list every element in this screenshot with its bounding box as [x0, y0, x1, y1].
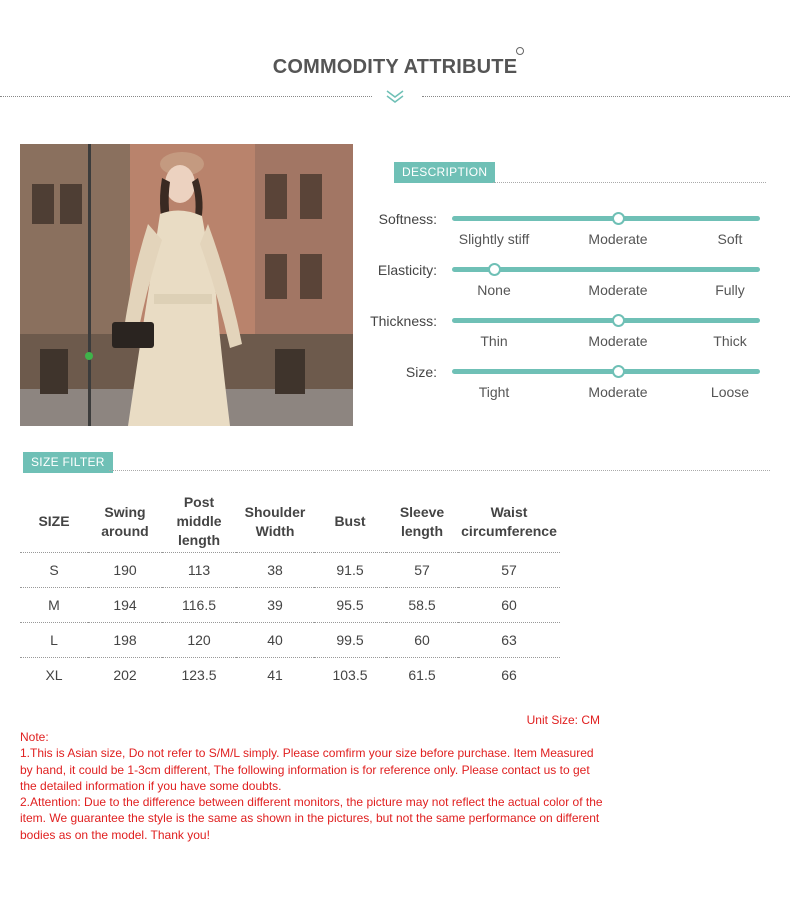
- attribute-label: Thickness:: [370, 313, 437, 329]
- attribute-slider-track: [452, 212, 760, 225]
- swing-around-cell: 202: [113, 666, 137, 683]
- swing-around-cell: 194: [88, 587, 162, 623]
- attribute-slider-track: [452, 263, 760, 276]
- size-filter-divider: [109, 470, 770, 471]
- header-sleeve-length: Sleeve length: [386, 492, 458, 553]
- attribute-option: Loose: [710, 384, 750, 400]
- attribute-label: Size:: [405, 364, 437, 380]
- attribute-option: Moderate: [588, 333, 648, 349]
- bust-cell: 95.5: [314, 587, 386, 623]
- size-table: SIZE Swing around Post middle length Should…: [20, 492, 560, 692]
- degree-ring-icon: [516, 47, 524, 55]
- swing-around-cell: 190: [88, 552, 162, 588]
- header-bust: Bust: [314, 492, 386, 553]
- header-size: SIZE: [20, 492, 88, 553]
- product-photo: [20, 144, 353, 426]
- attribute-label: Softness:: [378, 211, 437, 227]
- unit-size-note: Unit Size: CM: [526, 713, 600, 727]
- attribute-option: Fully: [715, 282, 745, 298]
- waist-cell: 57: [458, 552, 560, 588]
- post-middle-length-cell: 120: [162, 622, 236, 658]
- post-middle-length-cell: 123.5: [181, 666, 217, 683]
- sleeve-length-cell: 57: [386, 552, 458, 588]
- waist-cell: 60: [458, 587, 560, 623]
- header-waist-circumference: Waist circumference: [458, 492, 560, 553]
- attribute-slider-knob: [612, 314, 625, 327]
- shoulder-width-cell: 38: [236, 552, 314, 588]
- attribute-label: Elasticity:: [377, 262, 437, 278]
- sleeve-length-cell: 61.5: [408, 666, 436, 683]
- size-filter-tag: SIZE FILTER: [23, 452, 113, 473]
- description-divider: [493, 182, 766, 183]
- bust-cell: 91.5: [314, 552, 386, 588]
- attribute-option: Tight: [478, 384, 510, 400]
- header-post-middle-length: Post middle length: [162, 492, 236, 553]
- waist-cell: 63: [458, 622, 560, 658]
- attribute-slider-knob: [612, 365, 625, 378]
- table-row: L 198 120 40 99.5 60 63: [20, 622, 560, 658]
- attribute-option: Thick: [713, 333, 747, 349]
- table-row: S 190 113 38 91.5 57 57: [20, 552, 560, 588]
- header-shoulder-width: Shoulder Width: [236, 492, 314, 553]
- shoulder-width-cell: 39: [236, 587, 314, 623]
- attribute-slider-knob: [612, 212, 625, 225]
- swing-around-cell: 198: [88, 622, 162, 658]
- size-cell: S: [20, 552, 88, 588]
- shoulder-width-cell: 41: [267, 666, 283, 683]
- waist-cell: 66: [501, 666, 517, 683]
- sleeve-length-cell: 60: [386, 622, 458, 658]
- attribute-slider-knob: [488, 263, 501, 276]
- attribute-option: Soft: [717, 231, 743, 247]
- bust-cell: 103.5: [332, 666, 368, 683]
- attribute-slider-track: [452, 314, 760, 327]
- post-middle-length-cell: 113: [162, 552, 236, 588]
- size-cell: XL: [45, 666, 63, 683]
- header-swing-around: Swing around: [88, 492, 162, 553]
- post-middle-length-cell: 116.5: [162, 587, 236, 623]
- attribute-option: Moderate: [588, 384, 648, 400]
- header-divider-right: [422, 96, 790, 97]
- size-cell: L: [20, 622, 88, 658]
- attribute-option: Slightly stiff: [458, 231, 530, 247]
- double-chevron-down-icon: [386, 90, 404, 103]
- notes-block: Note: 1.This is Asian size, Do not refer…: [20, 729, 604, 843]
- attribute-option: Thin: [480, 333, 508, 349]
- sleeve-length-cell: 58.5: [386, 587, 458, 623]
- page-title: COMMODITY ATTRIBUTE: [272, 56, 518, 78]
- notes-line-2: 2.Attention: Due to the difference betwe…: [20, 795, 603, 842]
- attribute-option: Moderate: [588, 282, 648, 298]
- header-divider-left: [0, 96, 372, 97]
- description-tag: DESCRIPTION: [394, 162, 496, 183]
- bust-cell: 99.5: [314, 622, 386, 658]
- attribute-option: None: [477, 282, 511, 298]
- size-table-header-row: SIZE Swing around Post middle length Should…: [20, 492, 560, 553]
- notes-line-1: 1.This is Asian size, Do not refer to S/…: [20, 746, 594, 793]
- table-row: XL 202 123.5 41 103.5 61.5 66: [20, 657, 560, 692]
- size-cell: M: [20, 587, 88, 623]
- shoulder-width-cell: 40: [236, 622, 314, 658]
- attribute-slider-track: [452, 365, 760, 378]
- table-row: M 194 116.5 39 95.5 58.5 60: [20, 587, 560, 623]
- attribute-option: Moderate: [588, 231, 648, 247]
- notes-title: Note:: [20, 730, 49, 744]
